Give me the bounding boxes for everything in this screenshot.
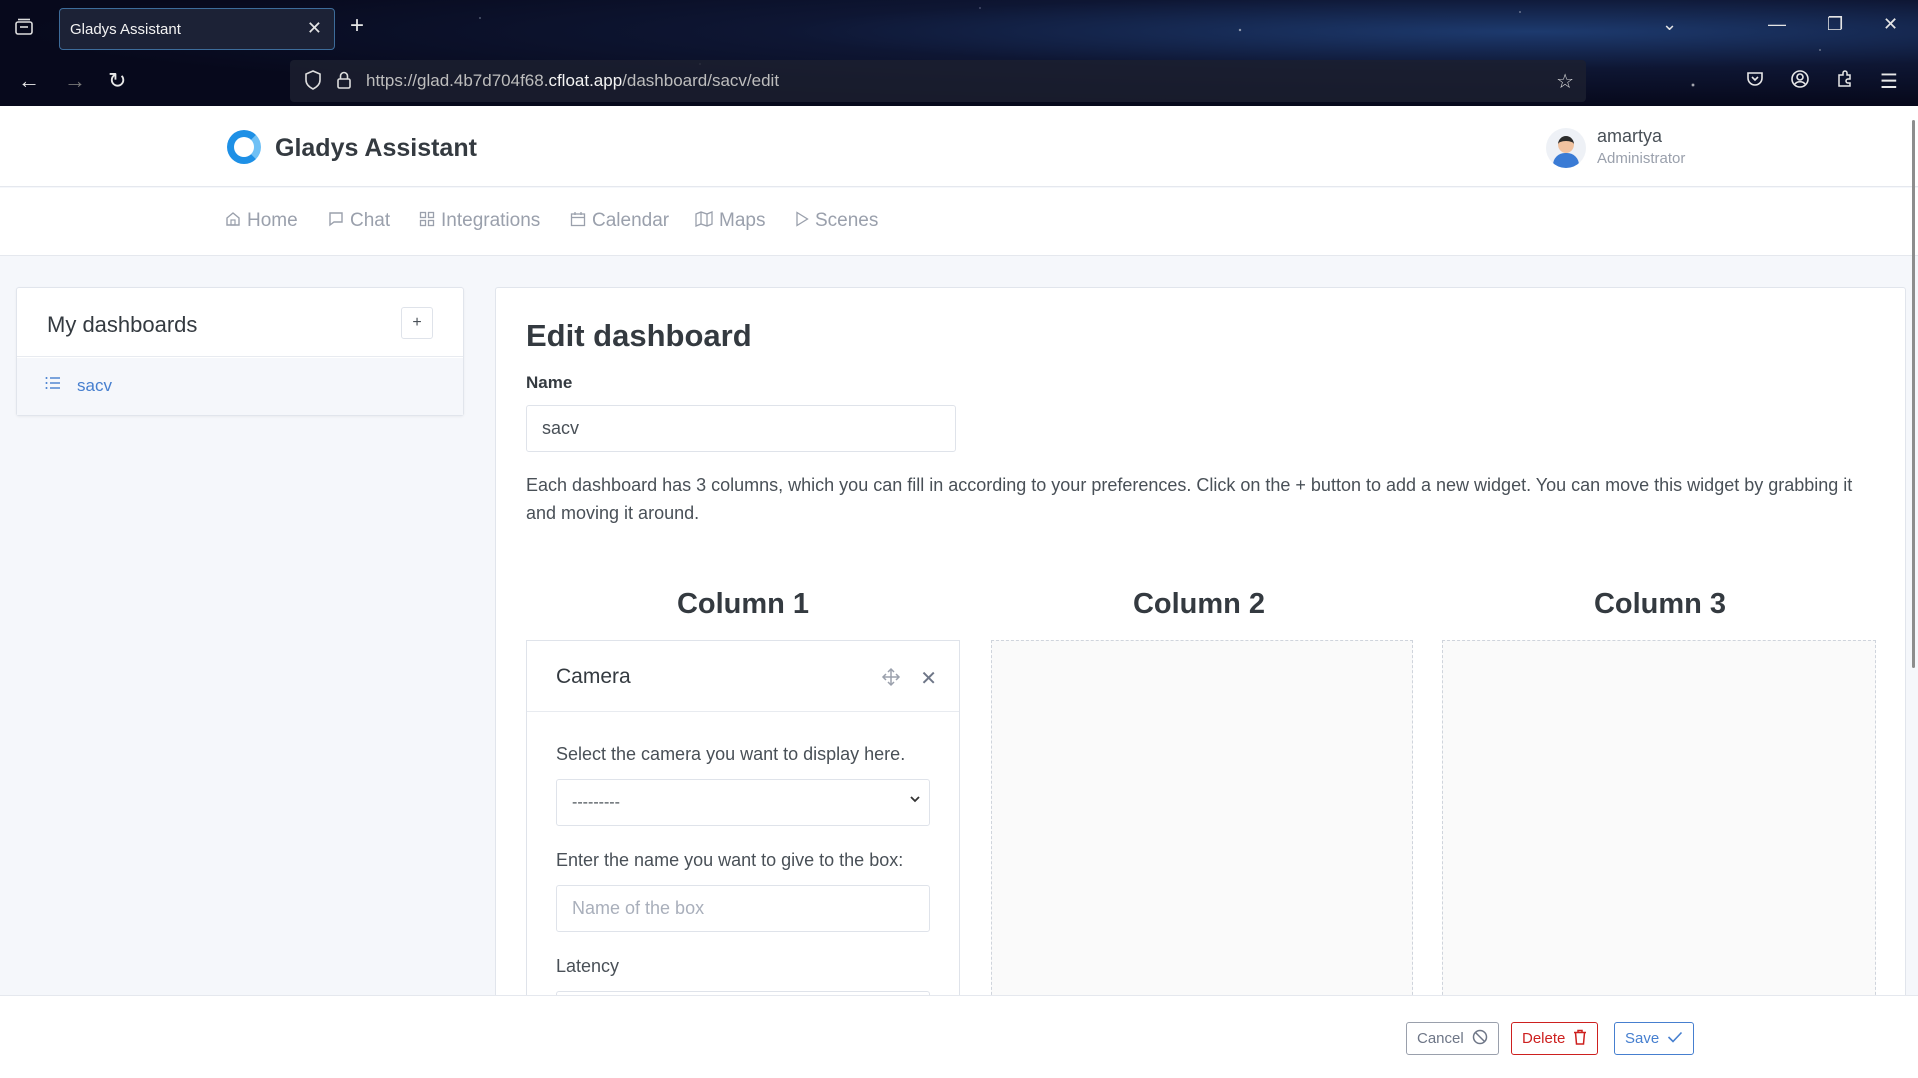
user-role: Administrator <box>1597 150 1686 167</box>
nav-chat-label: Chat <box>350 210 391 231</box>
tab-close-icon[interactable]: ✕ <box>307 18 322 39</box>
browser-chrome: Gladys Assistant ✕ + ⌄ — ❐ ✕ ← → ↻ https… <box>0 0 1918 106</box>
camera-select-value: --------- <box>572 793 620 811</box>
window-close-icon[interactable]: ✕ <box>1883 14 1898 35</box>
home-icon <box>225 211 241 232</box>
browser-tab-title: Gladys Assistant <box>70 20 181 38</box>
url-text: https://glad.4b7d704f68.cfloat.app/dashb… <box>366 71 780 90</box>
cancel-button-label: Cancel <box>1417 1030 1464 1047</box>
dashboards-card: My dashboards + sacv <box>16 287 464 416</box>
camera-select[interactable]: --------- <box>556 779 930 826</box>
save-button-label: Save <box>1625 1030 1660 1047</box>
camera-select-label: Select the camera you want to display he… <box>556 744 906 764</box>
minimize-icon[interactable]: — <box>1768 14 1786 35</box>
column-3-dropzone[interactable] <box>1442 640 1876 1010</box>
play-icon <box>795 210 809 232</box>
chat-icon <box>328 211 344 232</box>
list-all-tabs-icon[interactable]: ⌄ <box>1662 14 1677 35</box>
camera-widget[interactable]: Camera ✕ Select the camera you want to d… <box>526 640 960 1010</box>
forward-icon[interactable]: → <box>64 68 86 94</box>
camera-widget-header: Camera ✕ <box>527 641 959 712</box>
grid-icon <box>419 211 435 232</box>
column-1-title: Column 1 <box>676 588 810 620</box>
close-widget-icon[interactable]: ✕ <box>920 666 937 691</box>
chevron-down-icon <box>909 792 921 809</box>
latency-label: Latency <box>556 956 620 976</box>
extensions-icon[interactable] <box>1835 69 1855 95</box>
nav-integrations[interactable]: Integrations <box>419 210 540 232</box>
gladys-logo-icon[interactable] <box>227 130 261 164</box>
check-icon <box>1667 1030 1683 1048</box>
box-name-label: Enter the name you want to give to the b… <box>556 850 904 870</box>
page-scrollbar[interactable] <box>1912 120 1915 668</box>
camera-widget-title: Camera <box>556 665 631 688</box>
back-icon[interactable]: ← <box>18 68 40 94</box>
tab-list-icon[interactable] <box>14 18 36 38</box>
nav-scenes-label: Scenes <box>815 210 879 231</box>
map-icon <box>695 210 713 232</box>
avatar-body <box>1553 153 1579 168</box>
nav-chat[interactable]: Chat <box>328 210 390 232</box>
cancel-icon <box>1472 1029 1488 1049</box>
restore-icon[interactable]: ❐ <box>1827 14 1843 35</box>
nav-maps[interactable]: Maps <box>695 210 765 232</box>
nav-integrations-label: Integrations <box>441 210 541 231</box>
trash-icon <box>1573 1029 1587 1049</box>
delete-button[interactable]: Delete <box>1511 1022 1599 1055</box>
app-header: Gladys Assistant amartya Administrator <box>0 106 1918 187</box>
reload-icon[interactable]: ↻ <box>108 68 126 94</box>
bookmark-star-icon[interactable]: ☆ <box>1556 69 1574 94</box>
account-icon[interactable] <box>1790 69 1810 95</box>
edit-dashboard-card: Edit dashboard Name Each dashboard has 3… <box>495 287 1906 1010</box>
dashboards-title: My dashboards <box>47 312 198 337</box>
move-icon[interactable] <box>881 667 901 693</box>
user-name[interactable]: amartya <box>1597 126 1662 147</box>
nav-maps-label: Maps <box>719 210 766 231</box>
column-2-dropzone[interactable] <box>991 640 1413 1010</box>
lock-icon[interactable] <box>336 70 352 95</box>
new-tab-icon[interactable]: + <box>350 12 364 40</box>
nav-home[interactable]: Home <box>225 210 298 232</box>
dashboards-card-header: My dashboards + <box>17 288 463 357</box>
page-title: Edit dashboard <box>526 318 752 353</box>
nav-calendar[interactable]: Calendar <box>570 210 669 232</box>
user-avatar[interactable] <box>1546 128 1586 168</box>
main-nav: Home Chat Integrations Calendar Maps Sce… <box>0 188 1918 256</box>
dashboard-list-item-label: sacv <box>77 376 112 395</box>
nav-scenes[interactable]: Scenes <box>795 210 878 232</box>
shield-icon[interactable] <box>304 70 322 95</box>
browser-tab[interactable]: Gladys Assistant ✕ <box>59 8 335 50</box>
save-button[interactable]: Save <box>1614 1022 1695 1055</box>
box-name-input[interactable] <box>556 885 930 932</box>
action-bar: Cancel Delete Save <box>0 995 1918 1078</box>
avatar-head <box>1558 136 1574 153</box>
calendar-icon <box>570 211 586 232</box>
editor-description: Each dashboard has 3 columns, which you … <box>526 475 1853 523</box>
column-2-title: Column 2 <box>1132 588 1266 620</box>
brand-name[interactable]: Gladys Assistant <box>275 134 477 163</box>
nav-home-label: Home <box>247 210 298 231</box>
name-label: Name <box>526 373 573 392</box>
dashboard-name-input[interactable] <box>526 405 956 452</box>
address-bar[interactable]: https://glad.4b7d704f68.cfloat.app/dashb… <box>290 60 1586 102</box>
nav-calendar-label: Calendar <box>592 210 670 231</box>
cancel-button[interactable]: Cancel <box>1406 1022 1499 1055</box>
list-icon <box>45 376 61 395</box>
add-dashboard-button[interactable]: + <box>401 307 433 339</box>
menu-icon[interactable]: ☰ <box>1880 69 1898 94</box>
column-3-title: Column 3 <box>1593 588 1727 620</box>
pocket-icon[interactable] <box>1745 69 1765 95</box>
delete-button-label: Delete <box>1522 1030 1566 1047</box>
dashboard-list-item[interactable]: sacv <box>17 358 463 415</box>
